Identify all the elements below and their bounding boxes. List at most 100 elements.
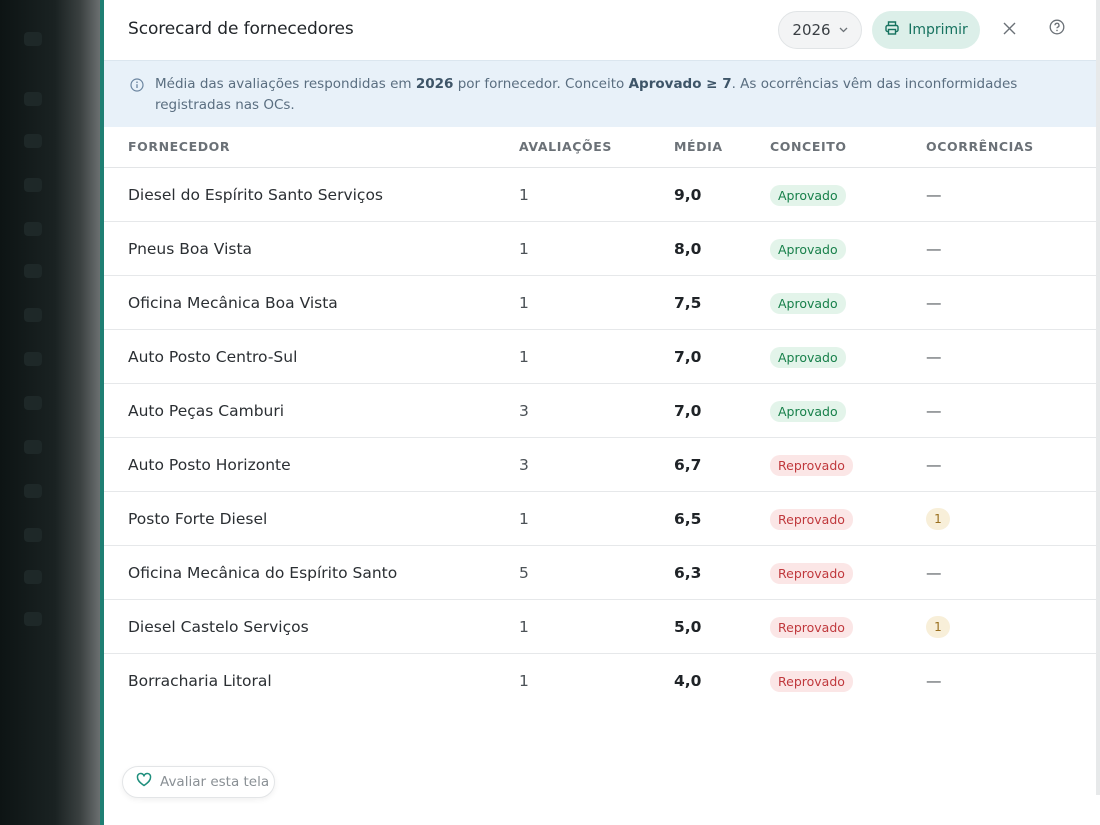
scrollbar-track[interactable]: [1096, 0, 1100, 795]
status-badge: Aprovado: [770, 238, 846, 260]
occurrence-empty: —: [926, 294, 942, 312]
supplier-name: Pneus Boa Vista: [128, 240, 253, 258]
concept-cell: Reprovado: [770, 600, 853, 654]
page-title: Scorecard de fornecedores: [128, 19, 354, 39]
evaluation-count: 3: [519, 456, 529, 474]
concept-cell: Reprovado: [770, 438, 853, 492]
occurrence-empty: —: [926, 672, 942, 690]
background-nav-icon: [24, 178, 42, 192]
average-score: 7,0: [674, 402, 702, 420]
column-header-evaluations[interactable]: AVALIAÇÕES: [519, 139, 612, 154]
occurrence-empty: —: [926, 564, 942, 582]
occurrences-cell: —: [926, 654, 942, 708]
background-nav-icon: [24, 92, 42, 106]
background-nav-icon: [24, 222, 42, 236]
table-header: FORNECEDOR AVALIAÇÕES MÉDIA CONCEITO OCO…: [104, 127, 1096, 168]
concept-cell: Aprovado: [770, 222, 846, 276]
occurrence-count-badge[interactable]: 1: [926, 508, 950, 530]
supplier-name: Auto Posto Horizonte: [128, 456, 291, 474]
status-badge: Reprovado: [770, 508, 853, 530]
print-button[interactable]: Imprimir: [872, 11, 980, 49]
concept-cell: Aprovado: [770, 384, 846, 438]
status-badge: Reprovado: [770, 670, 853, 692]
average-score: 5,0: [674, 618, 702, 636]
occurrences-cell: —: [926, 276, 942, 330]
info-text-part: por fornecedor. Conceito: [453, 76, 629, 92]
average-score: 8,0: [674, 240, 702, 258]
rate-screen-label: Avaliar esta tela: [160, 774, 270, 790]
column-header-supplier[interactable]: FORNECEDOR: [128, 139, 230, 154]
supplier-name: Diesel do Espírito Santo Serviços: [128, 186, 384, 204]
evaluation-count: 5: [519, 564, 529, 582]
scorecard-drawer: Scorecard de fornecedores 2026 Imprimir: [104, 0, 1096, 825]
help-circle-icon: [1049, 19, 1065, 39]
occurrences-cell: 1: [926, 600, 950, 654]
occurrences-cell: —: [926, 438, 942, 492]
heart-icon: [136, 772, 152, 792]
chevron-down-icon: [839, 26, 848, 36]
info-icon: [130, 77, 144, 92]
occurrence-empty: —: [926, 240, 942, 258]
occurrences-cell: —: [926, 384, 942, 438]
help-button[interactable]: [1046, 18, 1068, 40]
status-badge: Reprovado: [770, 616, 853, 638]
background-nav-icon: [24, 134, 42, 148]
background-nav-icon: [24, 264, 42, 278]
average-score: 7,5: [674, 294, 702, 312]
close-button[interactable]: [998, 18, 1020, 40]
supplier-name: Auto Posto Centro-Sul: [128, 348, 298, 366]
table-row[interactable]: Auto Posto Centro-Sul 1 7,0 Aprovado —: [104, 330, 1096, 384]
column-header-occurrences[interactable]: OCORRÊNCIAS: [926, 139, 1034, 154]
supplier-name: Diesel Castelo Serviços: [128, 618, 309, 636]
supplier-table-body: Diesel do Espírito Santo Serviços 1 9,0 Apr…: [104, 168, 1096, 708]
table-row[interactable]: Pneus Boa Vista 1 8,0 Aprovado —: [104, 222, 1096, 276]
occurrences-cell: —: [926, 222, 942, 276]
status-badge: Aprovado: [770, 184, 846, 206]
status-badge: Aprovado: [770, 346, 846, 368]
column-header-average[interactable]: MÉDIA: [674, 139, 723, 154]
table-row[interactable]: Diesel Castelo Serviços 1 5,0 Reprovado 1: [104, 600, 1096, 654]
average-score: 9,0: [674, 186, 702, 204]
concept-cell: Aprovado: [770, 168, 846, 222]
status-badge: Aprovado: [770, 400, 846, 422]
evaluation-count: 1: [519, 240, 529, 258]
table-row[interactable]: Oficina Mecânica Boa Vista 1 7,5 Aprovado —: [104, 276, 1096, 330]
table-row[interactable]: Diesel do Espírito Santo Serviços 1 9,0 Apr…: [104, 168, 1096, 222]
concept-cell: Reprovado: [770, 654, 853, 708]
table-row[interactable]: Auto Posto Horizonte 3 6,7 Reprovado —: [104, 438, 1096, 492]
occurrence-empty: —: [926, 402, 942, 420]
info-banner: Média das avaliações respondidas em 2026…: [104, 60, 1096, 127]
occurrences-cell: —: [926, 330, 942, 384]
background-nav-icon: [24, 308, 42, 322]
table-row[interactable]: Auto Peças Camburi 3 7,0 Aprovado —: [104, 384, 1096, 438]
info-text-part: Média das avaliações respondidas em: [155, 76, 416, 92]
background-nav-icon: [24, 396, 42, 410]
status-badge: Reprovado: [770, 454, 853, 476]
concept-cell: Reprovado: [770, 492, 853, 546]
supplier-name: Oficina Mecânica Boa Vista: [128, 294, 338, 312]
info-year: 2026: [415, 76, 454, 92]
table-row[interactable]: Posto Forte Diesel 1 6,5 Reprovado 1: [104, 492, 1096, 546]
background-nav-icon: [24, 440, 42, 454]
background-nav-icon: [24, 352, 42, 366]
info-approval-rule: Aprovado ≥ 7: [628, 76, 732, 92]
occurrence-count-badge[interactable]: 1: [926, 616, 950, 638]
supplier-name: Auto Peças Camburi: [128, 402, 285, 420]
table-row[interactable]: Borracharia Litoral 1 4,0 Reprovado —: [104, 654, 1096, 708]
supplier-name: Posto Forte Diesel: [128, 510, 268, 528]
year-select[interactable]: 2026: [778, 11, 862, 49]
close-icon: [1003, 20, 1016, 39]
evaluation-count: 1: [519, 510, 529, 528]
rate-screen-button[interactable]: Avaliar esta tela: [122, 766, 275, 798]
drawer-header: Scorecard de fornecedores 2026 Imprimir: [104, 0, 1096, 60]
evaluation-count: 3: [519, 402, 529, 420]
table-row[interactable]: Oficina Mecânica do Espírito Santo 5 6,3 Re…: [104, 546, 1096, 600]
average-score: 7,0: [674, 348, 702, 366]
print-button-label: Imprimir: [908, 22, 968, 38]
occurrences-cell: —: [926, 168, 942, 222]
average-score: 4,0: [674, 672, 702, 690]
column-header-concept[interactable]: CONCEITO: [770, 139, 847, 154]
background-nav-icon: [24, 484, 42, 498]
average-score: 6,7: [674, 456, 702, 474]
evaluation-count: 1: [519, 618, 529, 636]
